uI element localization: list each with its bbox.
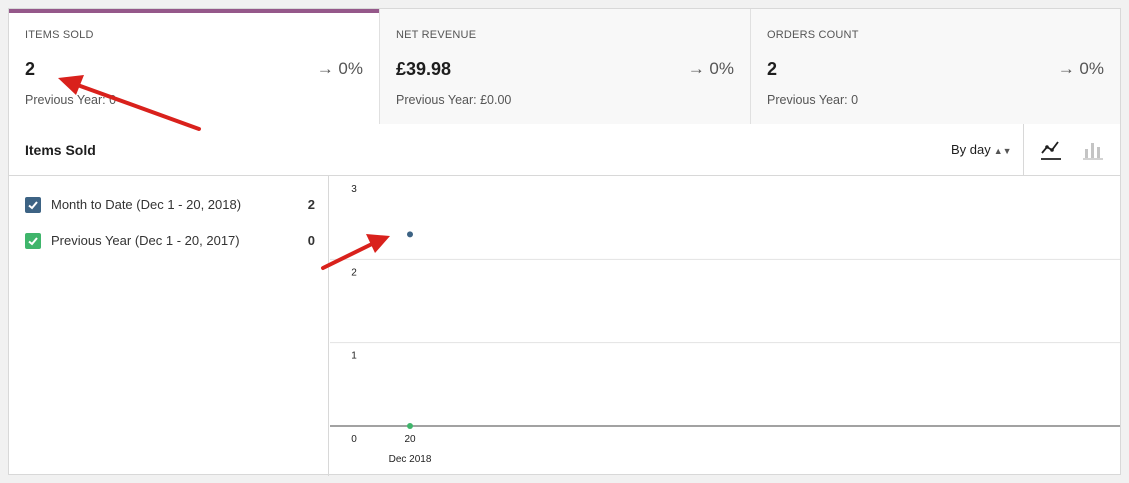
legend-value: 2	[307, 197, 315, 212]
legend-label: Month to Date (Dec 1 - 20, 2018)	[51, 197, 242, 212]
chart-type-switch	[1023, 124, 1120, 175]
chart-canvas: 0 1 2 3 20 Dec 2018	[330, 184, 1120, 465]
tile-value: 2	[25, 59, 36, 79]
data-point	[407, 231, 413, 238]
tile-label: ORDERS COUNT	[767, 29, 859, 41]
chart-legend: Month to Date (Dec 1 - 20, 2018) 2 Previ…	[9, 176, 329, 476]
analytics-panel: ITEMS SOLD 2 → 0% Previous Year: 0 NET R…	[8, 8, 1121, 476]
tile-delta: → 0%	[1057, 59, 1104, 78]
bar-chart-icon[interactable]	[1080, 138, 1106, 162]
x-group-label: Dec 2018	[389, 454, 432, 465]
line-chart-icon[interactable]	[1038, 138, 1064, 162]
checkbox-checked-icon[interactable]	[25, 233, 41, 249]
tile-value: £39.98	[396, 59, 452, 79]
tile-delta: → 0%	[316, 59, 363, 78]
legend-label: Previous Year (Dec 1 - 20, 2017)	[51, 233, 240, 248]
tile-previous: Previous Year: 0	[767, 93, 859, 107]
chart-title: Items Sold	[25, 142, 96, 158]
y-tick-label: 1	[351, 351, 357, 362]
legend-value: 0	[307, 233, 315, 248]
tile-previous: Previous Year: 0	[25, 93, 117, 107]
tile-previous: Previous Year: £0.00	[396, 93, 512, 107]
data-point	[407, 423, 413, 429]
legend-item-current[interactable]: Month to Date (Dec 1 - 20, 2018) 2	[25, 196, 315, 214]
tile-items-sold[interactable]: ITEMS SOLD 2 → 0% Previous Year: 0	[9, 9, 380, 124]
tile-delta: → 0%	[687, 59, 734, 78]
tile-value: 2	[767, 59, 778, 79]
x-tick-label: 20	[404, 434, 416, 445]
sort-arrows-icon: ▲▼	[993, 146, 1012, 156]
tile-label: ITEMS SOLD	[25, 29, 94, 41]
interval-label: By day	[951, 142, 991, 157]
tile-net-revenue[interactable]: NET REVENUE £39.98 → 0% Previous Year: £…	[380, 9, 751, 124]
checkbox-checked-icon[interactable]	[25, 197, 41, 213]
tile-orders-count[interactable]: ORDERS COUNT 2 → 0% Previous Year: 0	[751, 9, 1120, 124]
chart-header: Items Sold By day ▲▼	[9, 124, 1120, 176]
y-tick-label: 2	[351, 267, 357, 278]
y-tick-label: 3	[351, 184, 357, 195]
y-tick-label: 0	[351, 434, 357, 445]
line-chart: 0 1 2 3 20 Dec 2018	[330, 176, 1120, 476]
tile-label: NET REVENUE	[396, 29, 477, 41]
summary-tiles: ITEMS SOLD 2 → 0% Previous Year: 0 NET R…	[9, 9, 1120, 124]
interval-select[interactable]: By day ▲▼	[951, 142, 1012, 157]
legend-item-previous[interactable]: Previous Year (Dec 1 - 20, 2017) 0	[25, 232, 315, 250]
